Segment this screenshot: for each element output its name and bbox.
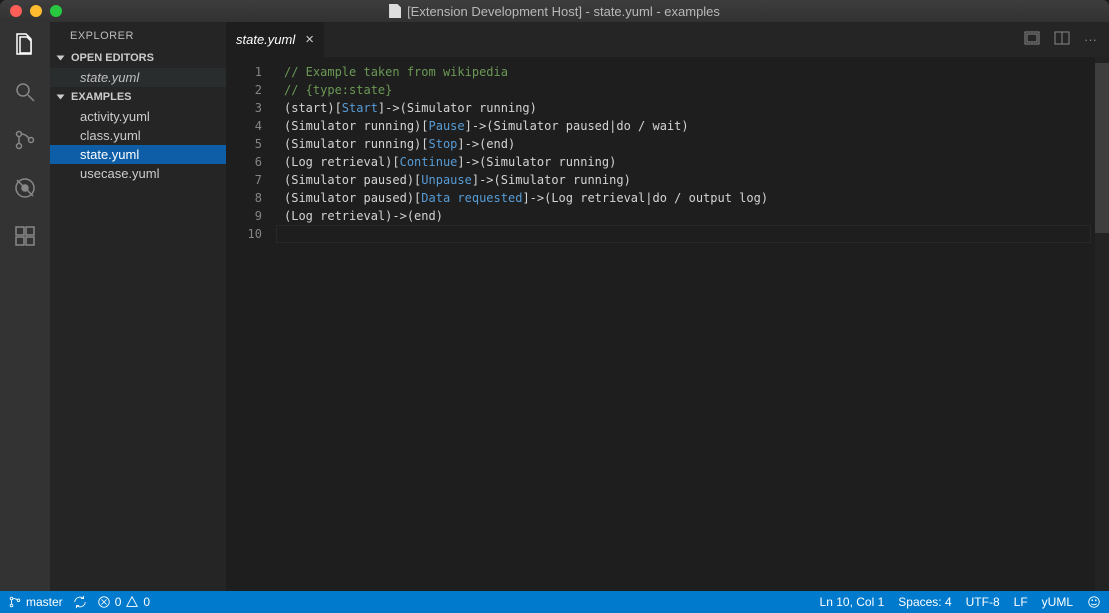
- warning-icon: [125, 595, 139, 609]
- error-icon: [97, 595, 111, 609]
- sync-button[interactable]: [73, 595, 87, 609]
- file-item-activity[interactable]: activity.yuml: [50, 107, 226, 126]
- search-icon[interactable]: [11, 78, 39, 106]
- sync-icon: [73, 595, 87, 609]
- code-editor[interactable]: 12345678910 // Example taken from wikipe…: [226, 57, 1109, 591]
- tab-state-yuml[interactable]: state.yuml ×: [226, 22, 324, 57]
- extensions-icon[interactable]: [11, 222, 39, 250]
- activity-bar: [0, 22, 50, 591]
- branch-icon: [8, 595, 22, 609]
- scrollbar-thumb[interactable]: [1095, 63, 1109, 233]
- editor-group: state.yuml × ··· 12345678910 // Example …: [226, 22, 1109, 591]
- sidebar: EXPLORER OPEN EDITORS state.yuml EXAMPLE…: [50, 22, 226, 591]
- file-item-usecase[interactable]: usecase.yuml: [50, 164, 226, 183]
- open-editor-item[interactable]: state.yuml: [50, 68, 226, 87]
- encoding[interactable]: UTF-8: [966, 595, 1000, 609]
- examples-header[interactable]: EXAMPLES: [50, 87, 226, 107]
- tab-label: state.yuml: [236, 32, 295, 47]
- split-editor-icon[interactable]: [1024, 30, 1040, 49]
- git-branch[interactable]: master: [8, 595, 63, 609]
- code-content[interactable]: // Example taken from wikipedia// {type:…: [276, 57, 768, 591]
- window-title-text: [Extension Development Host] - state.yum…: [407, 4, 720, 19]
- debug-icon[interactable]: [11, 174, 39, 202]
- open-editors-header[interactable]: OPEN EDITORS: [50, 48, 226, 68]
- close-tab-icon[interactable]: ×: [305, 31, 314, 48]
- document-icon: [389, 4, 401, 18]
- status-bar: master 0 0 Ln 10, Col 1 Spaces: 4 UTF-8 …: [0, 591, 1109, 613]
- layout-icon[interactable]: [1054, 30, 1070, 49]
- problems[interactable]: 0 0: [97, 595, 150, 609]
- file-item-class[interactable]: class.yuml: [50, 126, 226, 145]
- editor-actions: ···: [1024, 22, 1109, 57]
- titlebar: [Extension Development Host] - state.yum…: [0, 0, 1109, 22]
- language-mode[interactable]: yUML: [1042, 595, 1073, 609]
- feedback-icon[interactable]: [1087, 595, 1101, 609]
- more-actions-icon[interactable]: ···: [1084, 32, 1097, 47]
- indentation[interactable]: Spaces: 4: [898, 595, 951, 609]
- eol[interactable]: LF: [1014, 595, 1028, 609]
- window-title: [Extension Development Host] - state.yum…: [0, 4, 1109, 19]
- cursor-position[interactable]: Ln 10, Col 1: [820, 595, 885, 609]
- source-control-icon[interactable]: [11, 126, 39, 154]
- scrollbar[interactable]: [1095, 57, 1109, 591]
- line-gutter: 12345678910: [226, 57, 276, 591]
- file-item-state[interactable]: state.yuml: [50, 145, 226, 164]
- sidebar-title: EXPLORER: [50, 22, 226, 48]
- explorer-icon[interactable]: [11, 30, 39, 58]
- tab-bar: state.yuml × ···: [226, 22, 1109, 57]
